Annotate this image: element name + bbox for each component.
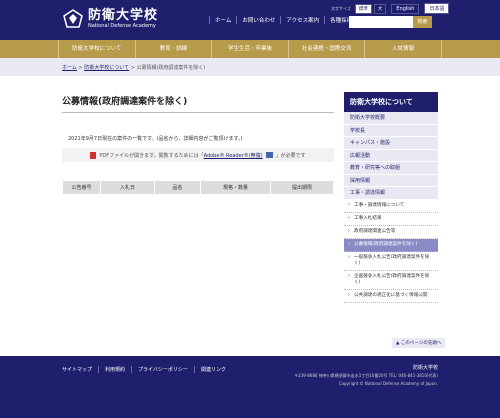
- english-button[interactable]: English: [391, 3, 420, 14]
- header-link-contact[interactable]: お問い合わせ: [236, 16, 280, 24]
- procurement-table: 公告番号 入札日 品名 規格・数量 提出期限: [62, 180, 334, 195]
- logo-title: 防衛大学校: [88, 7, 159, 23]
- font-size-standard-button[interactable]: 標準: [354, 3, 372, 14]
- footer-link-related[interactable]: 関連リンク: [193, 366, 232, 373]
- pdf-note-pre: PDFファイルが開きます。閲覧するためには「: [99, 152, 204, 159]
- intro-text: 2021年9月7日現在の案件の一覧です。(品名から、詳細内容がご覧頂けます。): [68, 136, 243, 142]
- breadcrumb: ホーム > 防衛大学校について > 公募情報(政府調達案件を除く): [0, 58, 500, 76]
- japanese-button[interactable]: 日本語: [424, 3, 450, 14]
- search-input[interactable]: [349, 16, 413, 28]
- footer-copyright: Copyright © National Defense Academy of …: [338, 381, 438, 386]
- col-spec-quantity: 規格・数量: [200, 180, 271, 195]
- site-logo[interactable]: 防衛大学校 National Defense Academy: [62, 8, 158, 30]
- page-top-label: このページの先頭へ: [400, 341, 442, 346]
- academy-emblem-icon: [63, 9, 83, 28]
- gnav-item-about[interactable]: 防衛大学校について: [58, 40, 136, 58]
- col-notice-number: 公告番号: [62, 180, 101, 195]
- footer-address: 〒239-8686 神奈川県横須賀市走水1丁目10番20号 TEL: 046-8…: [294, 373, 438, 378]
- footer-info: 防衛大学校 〒239-8686 神奈川県横須賀市走水1丁目10番20号 TEL:…: [294, 364, 438, 386]
- pdf-icon: [90, 151, 97, 159]
- pdf-notice: PDFファイルが開きます。閲覧するためには「 Adobe® Reader®(無償…: [62, 148, 334, 162]
- sidebar-sub-about-procurement[interactable]: 工事・調達情報について: [344, 199, 438, 213]
- gnav-item-admissions[interactable]: 入試情報: [365, 40, 442, 58]
- utility-bar: 文字サイズ 標準 大 English 日本語: [331, 3, 450, 14]
- footer-link-terms[interactable]: 利用規約: [98, 366, 131, 373]
- sidebar-item-campus[interactable]: キャンパス・施設: [344, 137, 438, 150]
- sidebar-sub-gov-notices[interactable]: 政府調達関連公告等: [344, 225, 438, 239]
- font-size-label: 文字サイズ: [331, 5, 351, 11]
- footer-link-privacy[interactable]: プライバシーポリシー: [131, 366, 194, 373]
- search-button[interactable]: 検索: [413, 16, 432, 28]
- adobe-reader-link[interactable]: Adobe® Reader®(無償): [204, 152, 263, 159]
- sidebar-item-recruit[interactable]: 採用情報: [344, 174, 438, 187]
- sidebar-item-procurement[interactable]: 工事・調達情報: [344, 187, 438, 200]
- sidebar-item-research[interactable]: 教育・研究等への取組: [344, 162, 438, 175]
- sidebar-sub-general-bid[interactable]: 一般競争入札公告(政府調達案件を除く): [344, 251, 438, 271]
- font-size-large-button[interactable]: 大: [373, 3, 387, 14]
- sidebar: 防衛大学校について 防衛大学校概要 学校長 キャンパス・施設 広報活動 教育・研…: [344, 92, 438, 303]
- header-link-access[interactable]: アクセス案内: [280, 16, 324, 24]
- sidebar-item-pr[interactable]: 広報活動: [344, 149, 438, 162]
- main-content: 公募情報(政府調達案件を除く) 2021年9月7日現在の案件の一覧です。(品名か…: [62, 94, 334, 195]
- sidebar-item-principal[interactable]: 学校長: [344, 124, 438, 137]
- page-title: 公募情報(政府調達案件を除く): [62, 94, 334, 113]
- footer-name: 防衛大学校: [412, 365, 438, 371]
- col-bid-date: 入札日: [100, 180, 155, 195]
- page-top-link[interactable]: ▲ このページの先頭へ: [392, 338, 446, 348]
- header-links: ホーム お問い合わせ アクセス案内 各種採用: [209, 16, 357, 24]
- breadcrumb-current: 公募情報(政府調達案件を除く): [136, 64, 206, 71]
- logo-subtitle: National Defense Academy: [88, 22, 156, 29]
- breadcrumb-home[interactable]: ホーム: [62, 65, 77, 71]
- sidebar-heading[interactable]: 防衛大学校について: [344, 92, 438, 112]
- pdf-note-post: 」が必要です: [275, 152, 306, 159]
- header-link-home[interactable]: ホーム: [209, 16, 236, 24]
- breadcrumb-parent[interactable]: 防衛大学校について: [84, 65, 129, 71]
- col-deadline: 提出期限: [270, 180, 334, 195]
- global-nav: 防衛大学校について 教育・訓練 学生生活・卒業後 社会連携・国際交流 入試情報: [0, 40, 500, 58]
- sidebar-sub-planning-bid[interactable]: 企画競争入札公告(政府調達案件を除く): [344, 270, 438, 290]
- col-item-name: 品名: [154, 180, 201, 195]
- sidebar-item-overview[interactable]: 防衛大学校概要: [344, 112, 438, 125]
- sidebar-sub-bid-results[interactable]: 工事入札結果: [344, 212, 438, 226]
- search-box: 検索: [349, 16, 432, 28]
- gnav-item-student-life[interactable]: 学生生活・卒業後: [212, 40, 289, 58]
- footer-links: サイトマップ 利用規約 プライバシーポリシー 関連リンク: [62, 366, 232, 373]
- sidebar-sub-public-offers[interactable]: 公募情報(政府調達案件を除く): [344, 238, 438, 252]
- external-link-icon: [265, 152, 273, 158]
- footer-link-sitemap[interactable]: サイトマップ: [62, 366, 98, 373]
- site-header: 防衛大学校 National Defense Academy 文字サイズ 標準 …: [0, 0, 500, 40]
- gnav-item-education[interactable]: 教育・訓練: [136, 40, 213, 58]
- gnav-item-social[interactable]: 社会連携・国際交流: [289, 40, 366, 58]
- table-header-row: 公告番号 入札日 品名 規格・数量 提出期限: [62, 180, 334, 195]
- sidebar-sub-disclosure[interactable]: 公共調達の適正化に基づく情報公開: [344, 289, 438, 303]
- site-footer: サイトマップ 利用規約 プライバシーポリシー 関連リンク 防衛大学校 〒239-…: [0, 356, 500, 418]
